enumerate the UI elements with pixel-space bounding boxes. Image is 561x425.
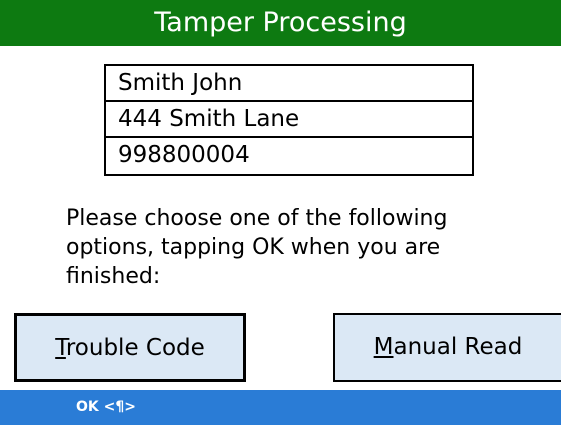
instructions-text: Please choose one of the following optio… <box>66 206 448 289</box>
ok-soft-key[interactable]: OK <¶> <box>76 390 136 425</box>
manual-read-mnemonic: M <box>373 334 394 360</box>
customer-name: Smith John <box>106 66 472 102</box>
customer-info-box: Smith John 444 Smith Lane 998800004 <box>104 64 474 176</box>
title-bar: Tamper Processing <box>0 0 561 46</box>
trouble-code-mnemonic: T <box>55 335 66 361</box>
page-title: Tamper Processing <box>154 7 407 38</box>
manual-read-label: anual Read <box>393 334 523 360</box>
status-bar: OK <¶> <box>0 390 561 425</box>
manual-read-button[interactable]: Manual Read <box>333 313 561 382</box>
customer-address: 444 Smith Lane <box>106 102 472 138</box>
trouble-code-label: rouble Code <box>65 335 205 361</box>
trouble-code-button[interactable]: Trouble Code <box>14 313 246 382</box>
customer-account-number: 998800004 <box>118 142 250 168</box>
